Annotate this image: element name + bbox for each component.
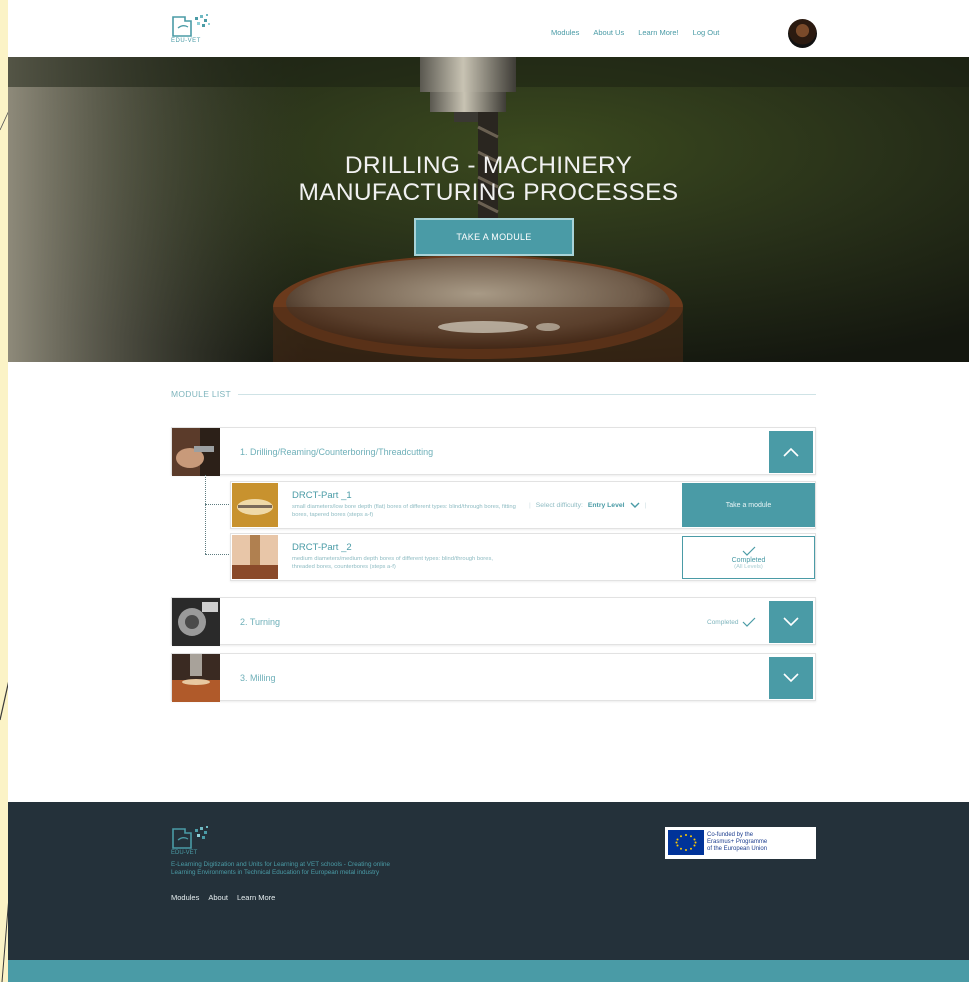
hero-background-image	[8, 57, 969, 362]
tree-connector	[205, 475, 206, 554]
module-milling[interactable]: 3. Milling	[171, 653, 816, 702]
module-drilling[interactable]: 1. Drilling/Reaming/Counterboring/Thread…	[171, 427, 816, 476]
part-1-title: DRCT-Part _1	[292, 490, 352, 501]
module-list-divider	[238, 394, 816, 395]
completed-levels: (All Levels)	[734, 563, 763, 570]
nav-about-us[interactable]: About Us	[593, 28, 624, 37]
tree-connector	[205, 554, 229, 555]
take-module-button[interactable]: TAKE A MODULE	[414, 218, 574, 256]
expand-button[interactable]	[769, 657, 813, 699]
hero-title-line2: MANUFACTURING PROCESSES	[298, 179, 679, 206]
chevron-down-icon	[783, 617, 799, 627]
footer-link-about[interactable]: About	[208, 893, 228, 902]
module-milling-thumbnail	[172, 654, 220, 702]
module-part-drct-1[interactable]: DRCT-Part _1 small diameters/low bore de…	[230, 481, 816, 529]
checkmark-icon	[742, 546, 755, 556]
hero-title: DRILLING - MACHINERY MANUFACTURING PROCE…	[8, 152, 969, 206]
part-1-thumbnail	[232, 483, 278, 527]
part-2-thumbnail	[232, 535, 278, 579]
bottom-bar	[8, 960, 969, 982]
completed-label: Completed	[731, 556, 766, 564]
logo-text: EDU-VET	[171, 38, 201, 44]
footer-link-modules[interactable]: Modules	[171, 893, 199, 902]
main-nav: Modules About Us Learn More! Log Out	[551, 28, 719, 37]
footer-logo-text: EDU-VET	[171, 850, 198, 856]
chevron-down-icon[interactable]	[630, 502, 640, 509]
nav-modules[interactable]: Modules	[551, 28, 579, 37]
site-header: EDU-VET Modules About Us Learn More! Log…	[8, 0, 969, 57]
module-turning-label: 2. Turning	[240, 617, 281, 627]
part-1-take-module-button[interactable]: Take a module	[682, 483, 815, 527]
eu-flag-icon	[668, 830, 704, 855]
part-2-title: DRCT-Part _2	[292, 542, 352, 553]
module-turning-thumbnail	[172, 598, 220, 646]
module-part-drct-2[interactable]: DRCT-Part _2 medium diameters/medium dep…	[230, 533, 816, 581]
hero-title-line1: DRILLING - MACHINERY	[344, 152, 633, 179]
module-list-title: MODULE LIST	[171, 389, 231, 399]
module-turning[interactable]: 2. Turning Completed	[171, 597, 816, 646]
turning-completed-label: Completed	[707, 618, 739, 626]
module-list-header: MODULE LIST	[171, 389, 816, 401]
difficulty-selector[interactable]: | Select difficulty: Entry Level |	[529, 502, 646, 509]
module-milling-label: 3. Milling	[240, 673, 276, 683]
module-drilling-thumbnail	[172, 428, 220, 476]
difficulty-label: Select difficulty:	[535, 502, 583, 509]
user-avatar[interactable]	[788, 19, 817, 48]
footer-description: E-Learning Digitization and Units for Le…	[171, 861, 390, 876]
checkmark-icon	[743, 617, 756, 627]
footer-link-learn-more[interactable]: Learn More	[237, 893, 275, 902]
footer-links: Modules About Learn More	[171, 893, 275, 902]
hero-banner: DRILLING - MACHINERY MANUFACTURING PROCE…	[8, 57, 969, 362]
part-1-description: small diameters/low bore depth (flat) bo…	[292, 504, 516, 518]
difficulty-value[interactable]: Entry Level	[588, 502, 625, 509]
web-page: EDU-VET Modules About Us Learn More! Log…	[8, 0, 969, 982]
tree-connector	[205, 504, 229, 505]
eu-funding-badge: Co-funded by the Erasmus+ Programme of t…	[665, 827, 816, 859]
nav-learn-more[interactable]: Learn More!	[638, 28, 678, 37]
module-turning-status: Completed	[707, 617, 756, 627]
site-footer: EDU-VET E-Learning Digitization and Unit…	[8, 802, 969, 960]
part-2-completed-status: Completed (All Levels)	[682, 536, 815, 579]
chevron-up-icon	[783, 447, 799, 457]
collapse-button[interactable]	[769, 431, 813, 473]
eu-funding-text: Co-funded by the Erasmus+ Programme of t…	[707, 832, 768, 852]
module-drilling-label: 1. Drilling/Reaming/Counterboring/Thread…	[240, 447, 434, 457]
expand-button[interactable]	[769, 601, 813, 643]
chevron-down-icon	[783, 673, 799, 683]
part-2-description: medium diameters/medium depth bores of d…	[292, 556, 493, 570]
nav-log-out[interactable]: Log Out	[693, 28, 720, 37]
